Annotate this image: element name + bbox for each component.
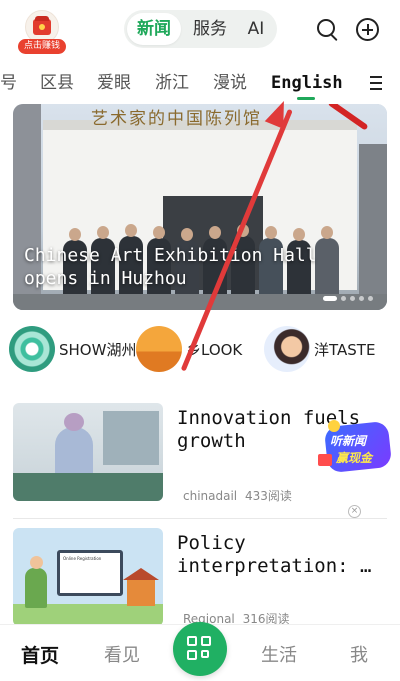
chat-avatar-icon xyxy=(264,326,310,372)
active-tab-indicator xyxy=(297,97,315,100)
channel-tabs: 号 区县 爱眼 浙江 漫说 English xyxy=(0,62,400,104)
close-icon[interactable]: × xyxy=(348,505,361,518)
scan-button[interactable] xyxy=(173,622,227,676)
headline-banner[interactable]: 艺术家的中国陈列馆 Chinese Art Exhibition Hall op… xyxy=(13,104,387,310)
listen-news-win-cash-badge[interactable]: 听新闻 赢现金 xyxy=(318,420,393,474)
promo-line2: 赢现金 xyxy=(336,451,373,465)
tab-ai[interactable]: AI xyxy=(238,10,274,48)
news-reads: 433阅读 xyxy=(244,489,292,503)
news-source: chinadail xyxy=(183,489,238,503)
nav-life[interactable]: 生活 xyxy=(261,641,297,667)
top-bar: 点击赚钱 新闻 服务 AI xyxy=(0,0,400,60)
add-icon[interactable] xyxy=(355,17,381,43)
news-item[interactable]: Policy interpretation: … Regional 316阅读 xyxy=(13,528,387,626)
nav-me[interactable]: 我 xyxy=(350,641,368,667)
hall-calligraphy: 艺术家的中国陈列馆 xyxy=(91,109,262,129)
shortcut-show-huzhou[interactable]: SHOW湖州 xyxy=(9,326,136,372)
news-thumbnail xyxy=(13,403,163,501)
earn-money-button[interactable]: 点击赚钱 xyxy=(18,10,66,54)
gift-icon xyxy=(318,454,332,466)
promo-line1: 听新闻 xyxy=(330,434,367,448)
divider xyxy=(13,518,387,519)
news-title: Policy interpretation: … xyxy=(177,532,372,577)
ferris-wheel-icon xyxy=(9,326,55,372)
news-meta: chinadail 433阅读 xyxy=(183,487,292,504)
shortcut-label: SHOW湖州 xyxy=(59,341,137,359)
earn-money-label: 点击赚钱 xyxy=(18,39,66,54)
channel-tab[interactable]: 漫说 xyxy=(213,62,247,104)
channel-tab[interactable]: 爱眼 xyxy=(97,62,131,104)
shortcut-foreign-taste[interactable]: 洋TASTE xyxy=(264,326,384,372)
qr-scan-icon xyxy=(187,636,213,662)
menu-icon[interactable] xyxy=(370,76,382,91)
tab-news[interactable]: 新闻 xyxy=(127,13,181,45)
channel-tab[interactable]: 号 xyxy=(0,62,17,104)
top-tab-switcher: 新闻 服务 AI xyxy=(124,10,277,48)
coin-icon xyxy=(328,420,340,432)
nav-home[interactable]: 首页 xyxy=(21,641,59,668)
bottom-nav: 首页 看见 生活 我 xyxy=(0,622,400,681)
banner-caption: Chinese Art Exhibition Hall opens in Huz… xyxy=(24,245,317,289)
tab-services[interactable]: 服务 xyxy=(186,10,234,48)
channel-tab[interactable]: 浙江 xyxy=(155,62,189,104)
search-icon[interactable] xyxy=(315,17,341,43)
news-thumbnail xyxy=(13,528,163,626)
camel-desert-icon xyxy=(136,326,182,372)
shortcut-label: 洋TASTE xyxy=(314,341,376,359)
channel-tab[interactable]: 区县 xyxy=(40,62,74,104)
nav-discover[interactable]: 看见 xyxy=(104,641,140,667)
